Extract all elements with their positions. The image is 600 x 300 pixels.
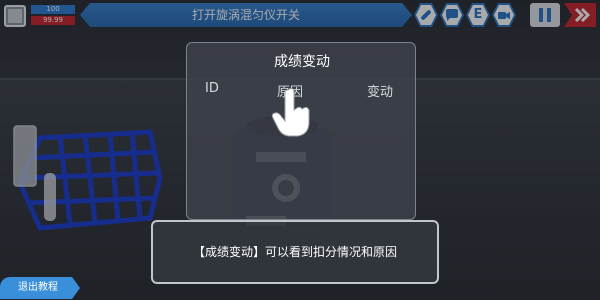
- column-change: 变动: [367, 85, 394, 100]
- exit-tutorial-label[interactable]: 退出教程: [0, 277, 76, 299]
- tip-text: 【成绩变动】可以看到扣分情况和原因: [192, 245, 397, 259]
- panel-title: 成绩变动: [274, 54, 330, 70]
- pointing-hand-icon: [271, 88, 310, 137]
- column-id: ID: [205, 81, 219, 96]
